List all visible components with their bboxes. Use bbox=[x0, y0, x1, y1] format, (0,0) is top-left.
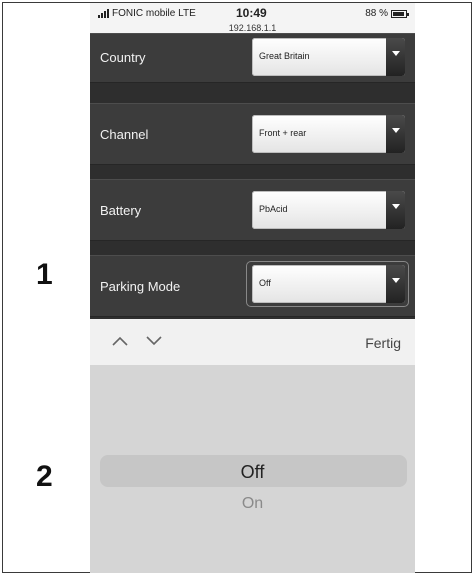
page-url: 192.168.1.1 bbox=[228, 23, 277, 33]
battery-percent: 88 % bbox=[365, 8, 388, 19]
parking-mode-select[interactable]: Off bbox=[252, 265, 405, 303]
clock: 10:49 bbox=[236, 6, 267, 20]
carrier-name: FONIC mobile bbox=[112, 8, 176, 19]
phone-screen: FONIC mobile LTE 10:49 192.168.1.1 88 % … bbox=[90, 3, 415, 573]
option-picker[interactable]: Off On bbox=[90, 365, 415, 573]
parking-mode-value: Off bbox=[259, 278, 271, 288]
dropdown-arrow-icon bbox=[386, 115, 405, 153]
settings-panel: Country Great Britain Channel Front + re… bbox=[90, 33, 415, 319]
signal-icon bbox=[98, 9, 109, 18]
dropdown-arrow-icon bbox=[386, 38, 405, 76]
channel-select[interactable]: Front + rear bbox=[252, 115, 405, 153]
channel-value: Front + rear bbox=[259, 128, 307, 138]
chevron-down-icon[interactable] bbox=[146, 335, 162, 347]
network-type: LTE bbox=[178, 8, 196, 19]
battery-select[interactable]: PbAcid bbox=[252, 191, 405, 229]
setting-row-channel: Channel Front + rear bbox=[90, 103, 415, 165]
picker-option-on[interactable]: On bbox=[90, 495, 415, 513]
parking-mode-label: Parking Mode bbox=[100, 279, 181, 294]
dropdown-arrow-icon bbox=[386, 265, 405, 303]
battery-label: Battery bbox=[100, 203, 142, 218]
callout-1: 1 bbox=[36, 258, 53, 291]
battery-value: PbAcid bbox=[259, 204, 288, 214]
country-select[interactable]: Great Britain bbox=[252, 38, 405, 76]
channel-label: Channel bbox=[100, 127, 149, 142]
setting-row-battery: Battery PbAcid bbox=[90, 179, 415, 241]
picker-toolbar: Fertig bbox=[90, 319, 415, 366]
carrier-info: FONIC mobile LTE bbox=[98, 8, 196, 19]
battery-icon bbox=[391, 9, 409, 18]
done-button[interactable]: Fertig bbox=[365, 335, 401, 351]
battery-fill bbox=[393, 11, 404, 16]
callout-2: 2 bbox=[36, 460, 53, 493]
country-value: Great Britain bbox=[259, 51, 310, 61]
country-label: Country bbox=[100, 50, 146, 65]
status-bar: FONIC mobile LTE 10:49 192.168.1.1 88 % bbox=[90, 3, 415, 37]
setting-row-parking-mode: Parking Mode Off bbox=[90, 255, 415, 317]
chevron-up-icon[interactable] bbox=[112, 335, 128, 347]
setting-row-country: Country Great Britain bbox=[90, 33, 415, 83]
dropdown-arrow-icon bbox=[386, 191, 405, 229]
picker-option-off[interactable]: Off bbox=[90, 462, 415, 483]
battery-status: 88 % bbox=[365, 8, 409, 19]
